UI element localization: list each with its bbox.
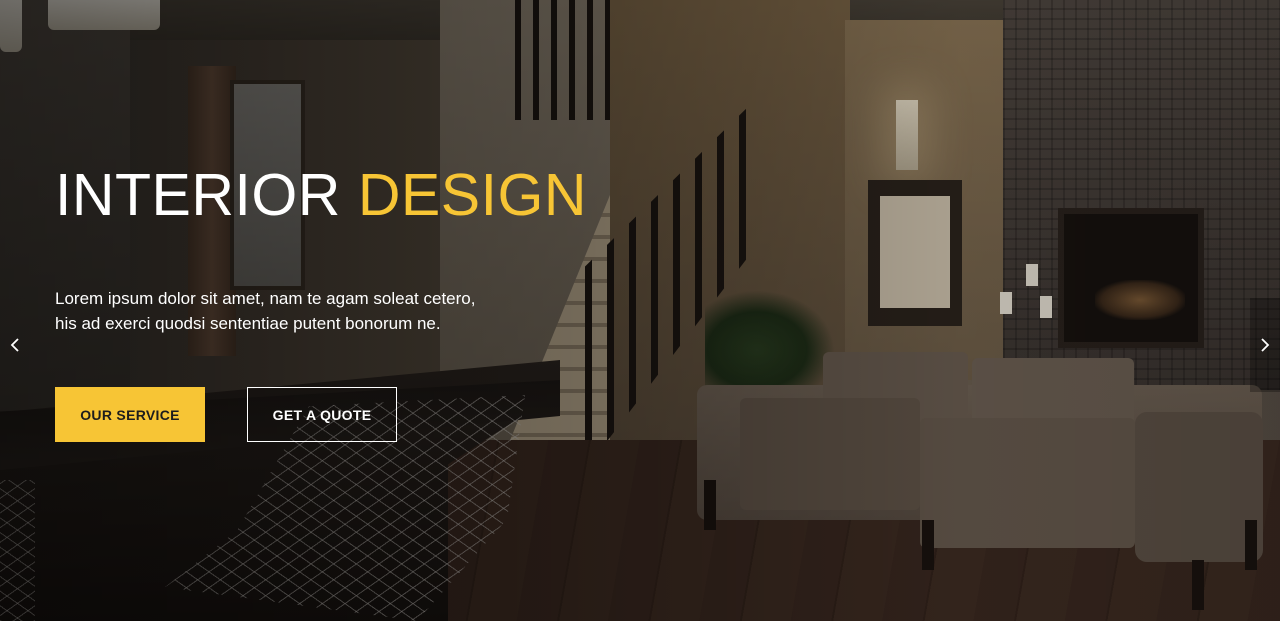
slider-next-button[interactable] <box>1250 298 1280 392</box>
hero-buttons: OUR SERVICE GET A QUOTE <box>55 387 397 442</box>
get-a-quote-button[interactable]: GET A QUOTE <box>247 387 397 442</box>
hero-subtitle-line: his ad exerci quodsi sententiae putent b… <box>55 314 441 333</box>
chevron-left-icon <box>10 338 19 352</box>
hero-subtitle: Lorem ipsum dolor sit amet, nam te agam … <box>55 286 525 336</box>
hero-title-main: INTERIOR <box>55 162 341 228</box>
chevron-right-icon <box>1261 338 1270 352</box>
hero-title-accent: DESIGN <box>357 162 588 228</box>
slider-prev-button[interactable] <box>0 298 30 392</box>
hero-content: INTERIOR DESIGN Lorem ipsum dolor sit am… <box>55 160 675 442</box>
hero-title: INTERIOR DESIGN <box>55 160 675 230</box>
our-service-button[interactable]: OUR SERVICE <box>55 387 205 442</box>
hero-slider: INTERIOR DESIGN Lorem ipsum dolor sit am… <box>0 0 1280 621</box>
hero-subtitle-line: Lorem ipsum dolor sit amet, nam te agam … <box>55 289 476 308</box>
